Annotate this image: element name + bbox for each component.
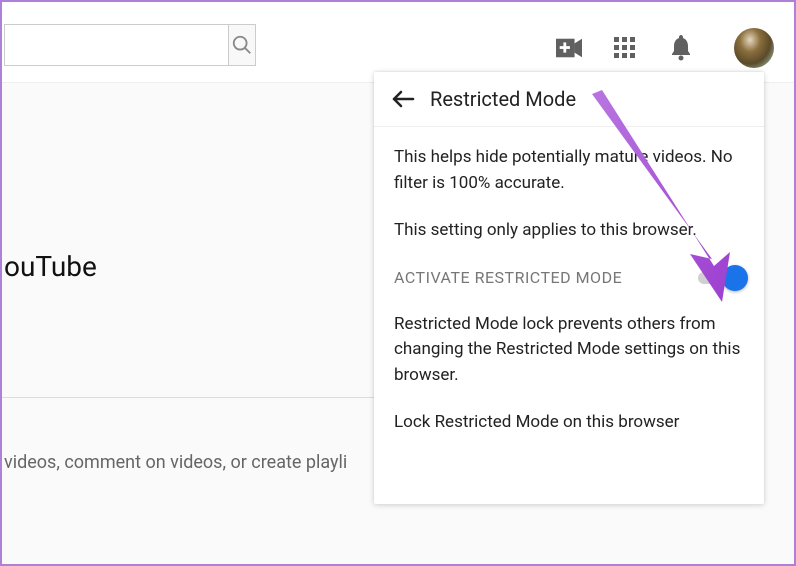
panel-body: This helps hide potentially mature video… [374,127,764,446]
lock-description: Restricted Mode lock prevents others fro… [394,312,744,389]
back-arrow-icon[interactable] [390,86,416,112]
page-heading-fragment: ouTube [4,250,97,283]
panel-header: Restricted Mode [374,72,764,127]
panel-description-2: This setting only applies to this browse… [394,218,744,244]
activate-toggle-row: ACTIVATE RESTRICTED MODE [394,266,744,290]
lock-restricted-mode-link[interactable]: Lock Restricted Mode on this browser [394,410,744,436]
panel-title: Restricted Mode [430,87,576,111]
activate-toggle-label: ACTIVATE RESTRICTED MODE [394,266,622,290]
page-subtext-fragment: videos, comment on videos, or create pla… [4,452,347,473]
toggle-knob [722,265,748,291]
top-icons [556,28,774,68]
apps-grid-icon[interactable] [612,35,638,61]
search-input[interactable] [4,24,228,66]
top-bar [2,2,794,82]
search-button[interactable] [228,24,256,66]
search-wrap [4,24,249,66]
notifications-bell-icon[interactable] [668,35,694,61]
search-icon [229,32,255,58]
create-video-icon[interactable] [556,35,582,61]
restricted-mode-panel: Restricted Mode This helps hide potentia… [374,72,764,504]
divider [2,397,382,398]
activate-restricted-mode-toggle[interactable] [698,268,744,288]
panel-description-1: This helps hide potentially mature video… [394,145,744,196]
avatar[interactable] [734,28,774,68]
